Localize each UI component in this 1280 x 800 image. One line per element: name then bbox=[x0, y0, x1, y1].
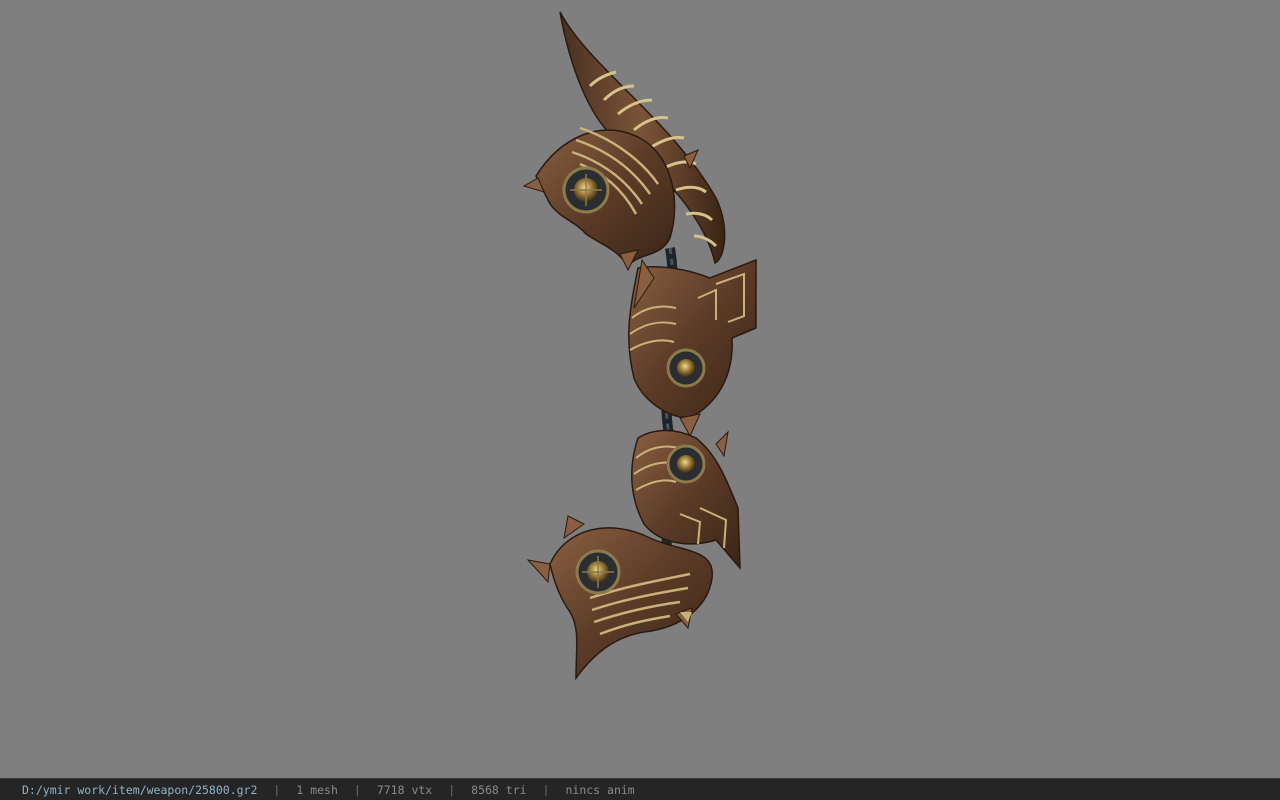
triangle-count-label: 8568 tri bbox=[471, 782, 527, 797]
separator: | bbox=[353, 782, 361, 797]
mesh-count-label: 1 mesh bbox=[296, 782, 338, 797]
file-path-label: D:/ymir work/item/weapon/25800.gr2 bbox=[22, 782, 258, 797]
animation-status-label: nincs anim bbox=[565, 782, 635, 797]
vertex-count-label: 7718 vtx bbox=[376, 782, 433, 797]
3d-viewport[interactable] bbox=[0, 0, 1280, 778]
separator: | bbox=[448, 782, 456, 797]
separator: | bbox=[273, 782, 281, 797]
separator: | bbox=[542, 782, 550, 797]
status-bar: D:/ymir work/item/weapon/25800.gr2 | 1 m… bbox=[0, 778, 1280, 800]
ornate-bow-model-icon[interactable] bbox=[520, 8, 780, 688]
